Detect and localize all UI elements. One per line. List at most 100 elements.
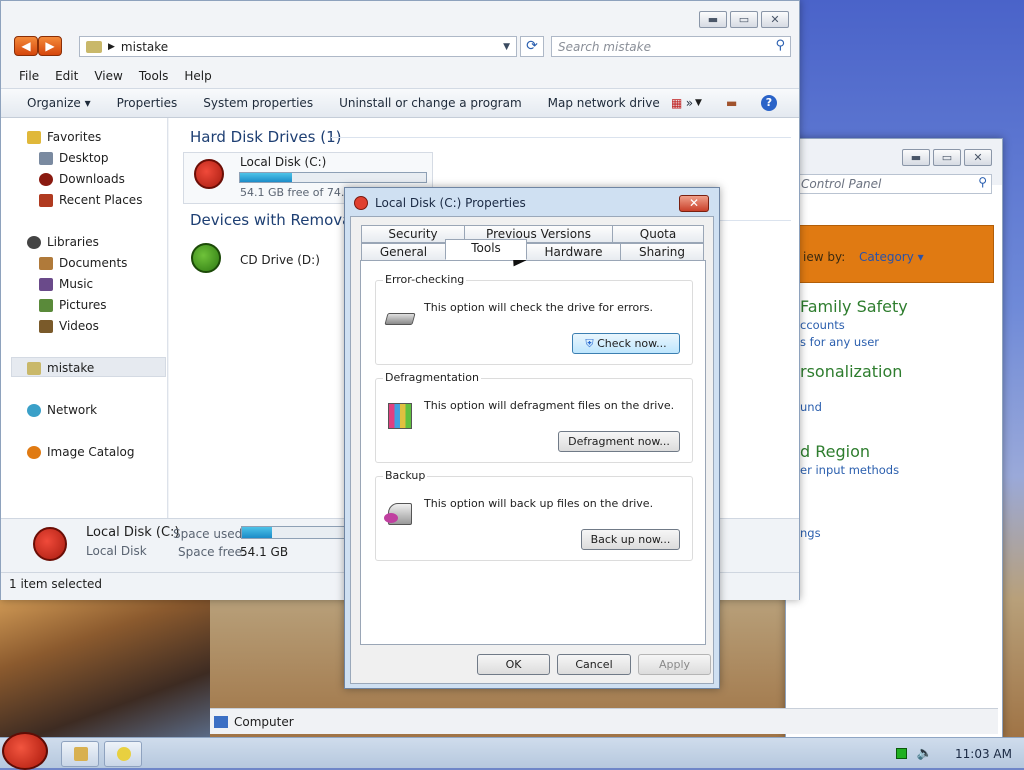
breadcrumb-chevron-icon: ▶ — [108, 41, 115, 52]
address-path: mistake — [120, 39, 169, 54]
menu-tools[interactable]: Tools — [131, 67, 177, 87]
nav-recent-places[interactable]: Recent Places — [39, 193, 142, 207]
minimize-button[interactable]: ▬ — [902, 149, 930, 166]
change-view-icon[interactable]: ▦ — [671, 96, 682, 110]
map-network-drive-button[interactable]: Map network drive — [536, 96, 674, 110]
ok-button[interactable]: OK — [477, 654, 550, 675]
menu-file[interactable]: File — [11, 67, 47, 87]
cd-drive-tile[interactable]: CD Drive (D:) — [185, 239, 365, 279]
explorer-window-controls: ▬ ▭ ✕ — [699, 11, 789, 28]
system-properties-button[interactable]: System properties — [191, 96, 327, 110]
control-panel-icon — [117, 747, 131, 761]
close-button[interactable]: ✕ — [761, 11, 789, 28]
nav-videos[interactable]: Videos — [39, 319, 99, 333]
cd-drive-icon — [191, 243, 221, 273]
organize-button[interactable]: Organize ▾ — [15, 96, 105, 110]
defragment-now-button[interactable]: Defragment now... — [558, 431, 680, 452]
family-safety-link[interactable]: Family Safety — [800, 297, 908, 316]
preview-pane-icon[interactable]: ▬ — [726, 96, 737, 110]
menu-help[interactable]: Help — [176, 67, 219, 87]
cancel-button[interactable]: Cancel — [557, 654, 631, 675]
local-disk-name: Local Disk (C:) — [240, 155, 327, 169]
start-button[interactable] — [2, 732, 48, 770]
any-user-link[interactable]: s for any user — [800, 335, 879, 349]
defragmentation-label: Defragmentation — [383, 371, 481, 384]
properties-button[interactable]: Properties — [105, 96, 192, 110]
cp-search-input[interactable]: Control Panel ⚲ — [796, 174, 992, 194]
folder-icon — [86, 40, 102, 53]
wallpaper-rock — [0, 590, 210, 740]
chevron-down-icon[interactable]: ▼ — [503, 42, 510, 52]
nav-pictures[interactable]: Pictures — [39, 298, 107, 312]
details-usage-fill — [242, 527, 272, 538]
volume-icon[interactable]: 🔈 — [917, 746, 933, 761]
space-free-value: 54.1 GB — [240, 545, 289, 559]
details-drive-type: Local Disk — [86, 544, 147, 558]
details-drive-icon — [33, 527, 67, 561]
taskbar-control-panel-button[interactable] — [104, 741, 142, 767]
pictures-icon — [39, 298, 53, 312]
error-checking-text: This option will check the drive for err… — [424, 301, 653, 314]
menu-edit[interactable]: Edit — [47, 67, 86, 87]
local-disk-icon — [194, 159, 224, 189]
input-methods-link[interactable]: er input methods — [800, 463, 899, 477]
libraries-icon — [27, 235, 41, 249]
tab-general[interactable]: General — [361, 243, 446, 261]
apply-button[interactable]: Apply — [638, 654, 711, 675]
nav-network[interactable]: Network — [27, 403, 97, 417]
view-dropdown-icon[interactable]: ▼ — [695, 98, 702, 108]
uninstall-program-button[interactable]: Uninstall or change a program — [327, 96, 536, 110]
computer-icon — [214, 715, 228, 728]
background-link[interactable]: und — [800, 400, 822, 414]
forward-button[interactable]: ▶ — [38, 36, 62, 56]
accounts-link[interactable]: ccounts — [800, 318, 845, 332]
settings-link[interactable]: ngs — [800, 526, 821, 540]
view-by-label: iew by: — [803, 250, 846, 264]
status-text: 1 item selected — [9, 577, 103, 591]
check-now-button[interactable]: ⛨ Check now... — [572, 333, 680, 354]
help-icon[interactable]: ? — [761, 95, 777, 111]
space-used-label: Space used: — [173, 527, 247, 541]
search-icon: ⚲ — [775, 38, 785, 53]
menu-view[interactable]: View — [86, 67, 130, 87]
nav-music[interactable]: Music — [39, 277, 93, 291]
tab-sharing[interactable]: Sharing — [620, 243, 704, 261]
nav-favorites[interactable]: Favorites — [27, 130, 101, 144]
clock[interactable]: 11:03 AM — [955, 747, 1012, 761]
network-status-icon[interactable] — [895, 748, 907, 759]
search-input[interactable]: Search mistake ⚲ — [551, 36, 791, 57]
nav-mistake[interactable]: mistake — [27, 361, 94, 375]
minimize-button[interactable]: ▬ — [699, 11, 727, 28]
taskbar-explorer-button[interactable] — [61, 741, 99, 767]
nav-libraries[interactable]: Libraries — [27, 235, 99, 249]
tab-quota[interactable]: Quota — [612, 225, 704, 243]
dialog-close-button[interactable]: ✕ — [679, 195, 709, 212]
category-dropdown[interactable]: Category ▾ — [859, 250, 924, 264]
nav-desktop[interactable]: Desktop — [39, 151, 109, 165]
system-tray: 🔈 11:03 AM — [895, 738, 1018, 769]
address-bar[interactable]: ▶ mistake ▼ — [79, 36, 517, 57]
tab-hardware[interactable]: Hardware — [526, 243, 621, 261]
nav-documents[interactable]: Documents — [39, 256, 127, 270]
tools-tab-panel: Error-checking This option will check th… — [360, 260, 706, 645]
backup-text: This option will back up files on the dr… — [424, 497, 654, 510]
back-button[interactable]: ◀ — [14, 36, 38, 56]
tab-tools[interactable]: Tools — [445, 239, 527, 260]
control-panel-window: ▬ ▭ ✕ Control Panel ⚲ iew by: Category ▾ … — [785, 138, 1003, 738]
space-free-label: Space free: — [178, 545, 247, 559]
back-up-now-button[interactable]: Back up now... — [581, 529, 680, 550]
refresh-button[interactable]: ⟳ — [520, 36, 544, 57]
star-icon — [27, 130, 41, 144]
close-button[interactable]: ✕ — [964, 149, 992, 166]
address-row: ◀ ▶ ▶ mistake ▼ ⟳ Search mistake ⚲ — [1, 31, 799, 63]
local-disk-usage-bar — [239, 172, 427, 183]
personalization-link[interactable]: rsonalization — [800, 362, 902, 381]
cp-statusbar: Computer — [210, 708, 998, 734]
maximize-button[interactable]: ▭ — [933, 149, 961, 166]
hard-drive-icon — [384, 303, 416, 333]
maximize-button[interactable]: ▭ — [730, 11, 758, 28]
region-link[interactable]: d Region — [800, 442, 870, 461]
nav-image-catalog[interactable]: Image Catalog — [27, 445, 134, 459]
image-catalog-icon — [27, 445, 41, 459]
nav-downloads[interactable]: Downloads — [39, 172, 125, 186]
